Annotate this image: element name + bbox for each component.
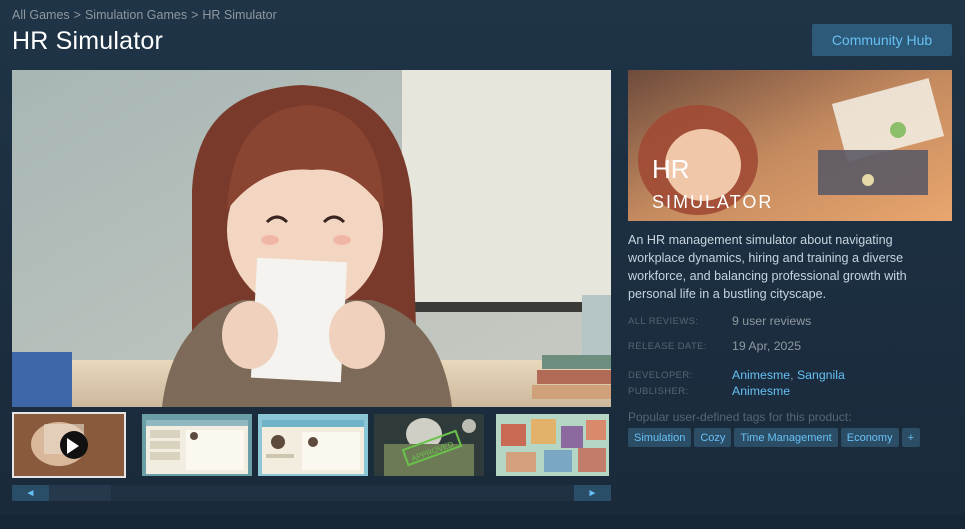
capsule-art: HR SIMULATOR xyxy=(628,70,952,221)
bottom-bar xyxy=(0,515,965,529)
breadcrumb-separator: > xyxy=(191,8,199,22)
release-date-label: RELEASE DATE: xyxy=(628,341,707,352)
email-screen-thumbnail xyxy=(142,414,252,476)
tags-label: Popular user-defined tags for this produ… xyxy=(628,410,852,424)
game-description: An HR management simulator about navigat… xyxy=(628,233,907,301)
developer-label: DEVELOPER: xyxy=(628,370,693,381)
main-screenshot[interactable] xyxy=(12,70,611,407)
tag-time-management[interactable]: Time Management xyxy=(734,428,838,447)
profile-screen-thumbnail xyxy=(258,414,368,476)
developer-link-sangnila[interactable]: Sangnila xyxy=(797,368,845,382)
tag-cozy[interactable]: Cozy xyxy=(694,428,732,447)
publisher-value: Animesme xyxy=(732,384,790,398)
city-view-thumbnail xyxy=(496,414,609,476)
breadcrumb: All Games > Simulation Games > HR Simulator xyxy=(12,8,277,22)
breadcrumb-simulation-games[interactable]: Simulation Games xyxy=(85,8,187,22)
tag-simulation[interactable]: Simulation xyxy=(628,428,692,447)
thumbnail-4[interactable] xyxy=(494,412,611,478)
thumbnail-3[interactable]: APPROVED xyxy=(372,412,486,478)
thumbnail-scrollbar[interactable]: ◄ ► xyxy=(12,485,611,501)
release-date-value: 19 Apr, 2025 xyxy=(732,339,802,353)
game-capsule-image: HR SIMULATOR xyxy=(628,70,952,221)
developer-values: Animesme, Sangnila xyxy=(732,368,845,382)
tag-list: Simulation Cozy Time Management Economy … xyxy=(628,428,921,447)
girl-holding-paper-illustration xyxy=(12,70,611,407)
breadcrumb-separator: > xyxy=(73,8,81,22)
thumbnail-2[interactable] xyxy=(256,412,370,478)
capsule-title-line1: HR xyxy=(652,154,690,184)
breadcrumb-hr-simulator[interactable]: HR Simulator xyxy=(202,8,276,22)
page-title: HR Simulator xyxy=(12,27,164,55)
tag-more-button[interactable]: + xyxy=(901,428,921,447)
breadcrumb-all-games[interactable]: All Games xyxy=(12,8,70,22)
screenshot-thumbnail-strip: APPROVED xyxy=(12,410,611,482)
publisher-link-animesme[interactable]: Animesme xyxy=(732,384,790,398)
play-icon xyxy=(67,438,79,454)
thumbnail-video[interactable] xyxy=(12,412,126,478)
reviews-label: ALL REVIEWS: xyxy=(628,316,699,327)
tag-economy[interactable]: Economy xyxy=(840,428,899,447)
developer-separator: , xyxy=(790,368,794,382)
publisher-label: PUBLISHER: xyxy=(628,386,689,397)
capsule-title-line2: SIMULATOR xyxy=(652,192,773,212)
developer-link-animesme[interactable]: Animesme xyxy=(732,368,790,382)
scroll-left-button[interactable]: ◄ xyxy=(12,485,49,501)
scroll-thumb[interactable] xyxy=(49,485,111,501)
approved-stamp-thumbnail: APPROVED xyxy=(374,414,484,476)
reviews-value[interactable]: 9 user reviews xyxy=(732,314,811,328)
thumbnail-1[interactable] xyxy=(140,412,254,478)
scroll-right-button[interactable]: ► xyxy=(574,485,611,501)
community-hub-button[interactable]: Community Hub xyxy=(812,24,952,56)
